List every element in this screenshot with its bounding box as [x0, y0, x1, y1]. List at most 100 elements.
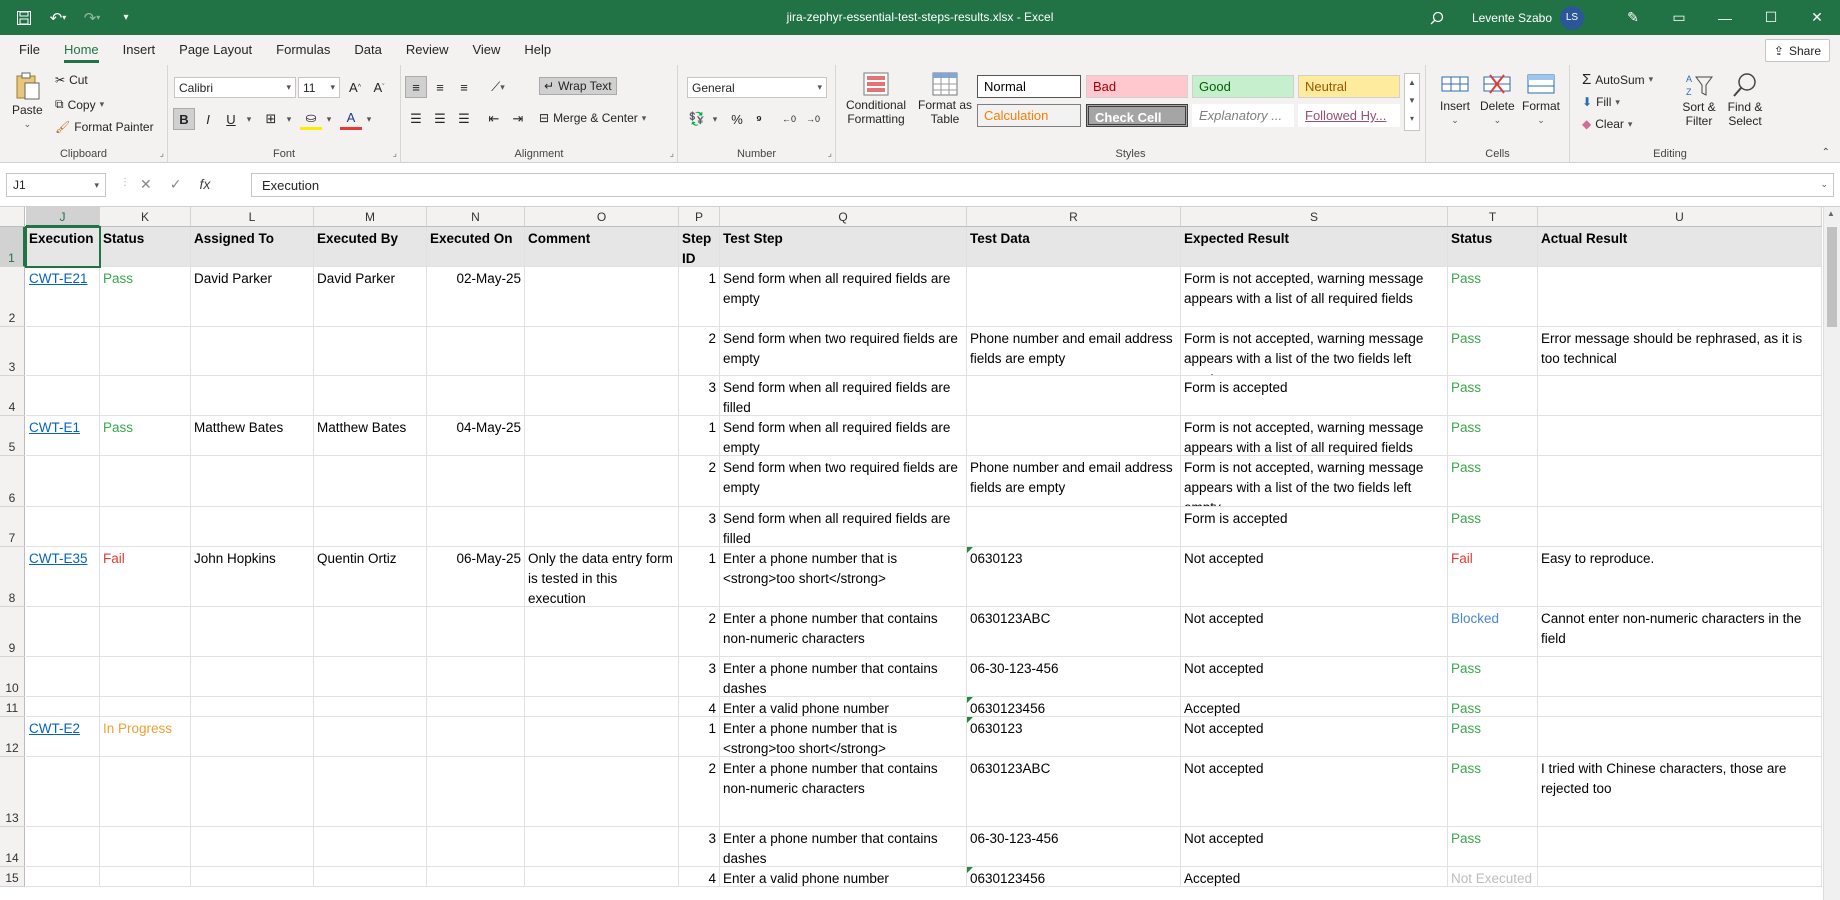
cell-t6[interactable]: Pass: [1448, 456, 1538, 507]
cell-m13[interactable]: [314, 757, 427, 827]
orientation-icon[interactable]: ⟋ ▾: [487, 76, 509, 98]
cell-l7[interactable]: [191, 507, 314, 547]
cell-r9[interactable]: 0630123ABC: [967, 607, 1181, 657]
cell-o11[interactable]: [525, 697, 679, 717]
style-check-cell[interactable]: Check Cell: [1086, 104, 1188, 127]
cell-n3[interactable]: [427, 327, 525, 376]
cell-l3[interactable]: [191, 327, 314, 376]
cell-l14[interactable]: [191, 827, 314, 867]
borders-dropdown-icon[interactable]: ▾: [278, 108, 300, 130]
cell-t4[interactable]: Pass: [1448, 376, 1538, 416]
column-header-u[interactable]: U: [1538, 207, 1822, 227]
cell-r4[interactable]: [967, 376, 1181, 416]
cell-q3[interactable]: Send form when two required fields are e…: [720, 327, 967, 376]
cell-r8[interactable]: 0630123: [967, 547, 1181, 607]
cell-k9[interactable]: [100, 607, 191, 657]
cell-t3[interactable]: Pass: [1448, 327, 1538, 376]
cell-q5[interactable]: Send form when all required fields are e…: [720, 416, 967, 456]
clear-button[interactable]: ◆ Clear ▾: [1582, 117, 1632, 131]
cell-p15[interactable]: 4: [679, 867, 720, 887]
sort-filter-button[interactable]: AZ Sort & Filter: [1676, 71, 1722, 128]
cell-q8[interactable]: Enter a phone number that is <strong>too…: [720, 547, 967, 607]
cell-n2[interactable]: 02-May-25: [427, 267, 525, 327]
cell-s2[interactable]: Form is not accepted, warning message ap…: [1181, 267, 1448, 327]
cell-s3[interactable]: Form is not accepted, warning message ap…: [1181, 327, 1448, 376]
cell-m9[interactable]: [314, 607, 427, 657]
style-calculation[interactable]: Calculation: [977, 104, 1081, 127]
cell-t15[interactable]: Not Executed: [1448, 867, 1538, 887]
cell-p7[interactable]: 3: [679, 507, 720, 547]
cell-u11[interactable]: [1538, 697, 1822, 717]
cell-n5[interactable]: 04-May-25: [427, 416, 525, 456]
expand-formula-icon[interactable]: ⌄: [1820, 179, 1828, 190]
name-box[interactable]: J1 ▾: [6, 173, 106, 197]
header-cell-t[interactable]: Status: [1448, 227, 1538, 267]
cell-u8[interactable]: Easy to reproduce.: [1538, 547, 1822, 607]
cell-s9[interactable]: Not accepted: [1181, 607, 1448, 657]
header-cell-j[interactable]: Execution: [26, 227, 100, 267]
cell-r10[interactable]: 06-30-123-456: [967, 657, 1181, 697]
cell-k11[interactable]: [100, 697, 191, 717]
cell-p13[interactable]: 2: [679, 757, 720, 827]
collapse-ribbon-icon[interactable]: ⌃: [1822, 147, 1830, 158]
column-header-q[interactable]: Q: [720, 207, 967, 227]
row-header[interactable]: 13: [0, 757, 25, 827]
tab-home[interactable]: Home: [52, 35, 111, 65]
cell-u13[interactable]: I tried with Chinese characters, those a…: [1538, 757, 1822, 827]
cell-t5[interactable]: Pass: [1448, 416, 1538, 456]
cell-s10[interactable]: Not accepted: [1181, 657, 1448, 697]
cell-m14[interactable]: [314, 827, 427, 867]
insert-cells-button[interactable]: Insert ⌄: [1440, 71, 1470, 126]
fill-button[interactable]: ⬇ Fill ▾: [1582, 95, 1620, 109]
cell-p10[interactable]: 3: [679, 657, 720, 697]
cell-o12[interactable]: [525, 717, 679, 757]
cell-m8[interactable]: Quentin Ortiz: [314, 547, 427, 607]
font-color-dropdown-icon[interactable]: ▾: [358, 108, 380, 130]
cell-t13[interactable]: Pass: [1448, 757, 1538, 827]
cell-l2[interactable]: David Parker: [191, 267, 314, 327]
cell-k13[interactable]: [100, 757, 191, 827]
style-explanatory[interactable]: Explanatory ...: [1192, 104, 1294, 127]
user-name[interactable]: Levente Szabo: [1472, 11, 1552, 25]
font-family-select[interactable]: Calibri ▾: [174, 77, 296, 98]
cell-q12[interactable]: Enter a phone number that is <strong>too…: [720, 717, 967, 757]
row-header[interactable]: 8: [0, 547, 25, 607]
row-header[interactable]: 11: [0, 697, 25, 717]
cell-t2[interactable]: Pass: [1448, 267, 1538, 327]
cell-k5[interactable]: Pass: [100, 416, 191, 456]
cell-j10[interactable]: [26, 657, 100, 697]
cell-l8[interactable]: John Hopkins: [191, 547, 314, 607]
cell-u10[interactable]: [1538, 657, 1822, 697]
cell-p11[interactable]: 4: [679, 697, 720, 717]
cell-s12[interactable]: Not accepted: [1181, 717, 1448, 757]
column-header-r[interactable]: R: [967, 207, 1181, 227]
column-header-t[interactable]: T: [1448, 207, 1538, 227]
cell-k15[interactable]: [100, 867, 191, 887]
tab-insert[interactable]: Insert: [111, 35, 168, 65]
cell-n9[interactable]: [427, 607, 525, 657]
undo-icon[interactable]: ↶ ▾: [44, 4, 72, 32]
cell-k6[interactable]: [100, 456, 191, 507]
cell-n7[interactable]: [427, 507, 525, 547]
cell-j14[interactable]: [26, 827, 100, 867]
cell-t12[interactable]: Pass: [1448, 717, 1538, 757]
increase-font-icon[interactable]: A ^: [344, 76, 366, 98]
cell-k7[interactable]: [100, 507, 191, 547]
column-header-p[interactable]: P: [679, 207, 720, 227]
cell-r6[interactable]: Phone number and email address fields ar…: [967, 456, 1181, 507]
cut-button[interactable]: ✂ Cut: [55, 73, 88, 87]
cell-s4[interactable]: Form is accepted: [1181, 376, 1448, 416]
cell-q15[interactable]: Enter a valid phone number: [720, 867, 967, 887]
wrap-text-button[interactable]: ↵ Wrap Text: [539, 77, 617, 95]
tab-view[interactable]: View: [460, 35, 512, 65]
copy-button[interactable]: ⧉ Copy ▾: [55, 97, 104, 112]
merge-center-button[interactable]: ⊟ Merge & Center ▾: [539, 111, 646, 125]
cell-l10[interactable]: [191, 657, 314, 697]
style-followed-hyperlink[interactable]: Followed Hy...: [1298, 104, 1400, 127]
cell-o4[interactable]: [525, 376, 679, 416]
cell-n8[interactable]: 06-May-25: [427, 547, 525, 607]
cell-n11[interactable]: [427, 697, 525, 717]
cell-j15[interactable]: [26, 867, 100, 887]
cell-r14[interactable]: 06-30-123-456: [967, 827, 1181, 867]
row-header[interactable]: 12: [0, 717, 25, 757]
